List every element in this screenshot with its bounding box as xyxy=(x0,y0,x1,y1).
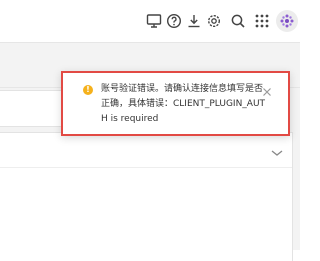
notification-message: 账号验证错误。请确认连接信息填写是否正确，具体错误：CLIENT_PLUGIN_… xyxy=(101,84,266,124)
download-icon[interactable] xyxy=(185,12,203,30)
chevron-down-icon[interactable] xyxy=(270,143,284,156)
monitor-icon[interactable] xyxy=(145,12,163,30)
error-notification: ! 账号验证错误。请确认连接信息填写是否正确，具体错误：CLIENT_PLUGI… xyxy=(61,71,290,136)
warning-icon: ! xyxy=(83,85,93,95)
panel-divider xyxy=(0,167,292,168)
avatar[interactable] xyxy=(276,10,298,32)
collapsible-panel xyxy=(0,132,293,261)
help-icon[interactable] xyxy=(165,12,183,30)
top-navigation-bar xyxy=(0,0,300,43)
apps-grid-icon[interactable] xyxy=(253,12,271,30)
search-icon[interactable] xyxy=(229,12,247,30)
close-icon[interactable] xyxy=(262,82,272,96)
settings-icon[interactable] xyxy=(205,12,223,30)
